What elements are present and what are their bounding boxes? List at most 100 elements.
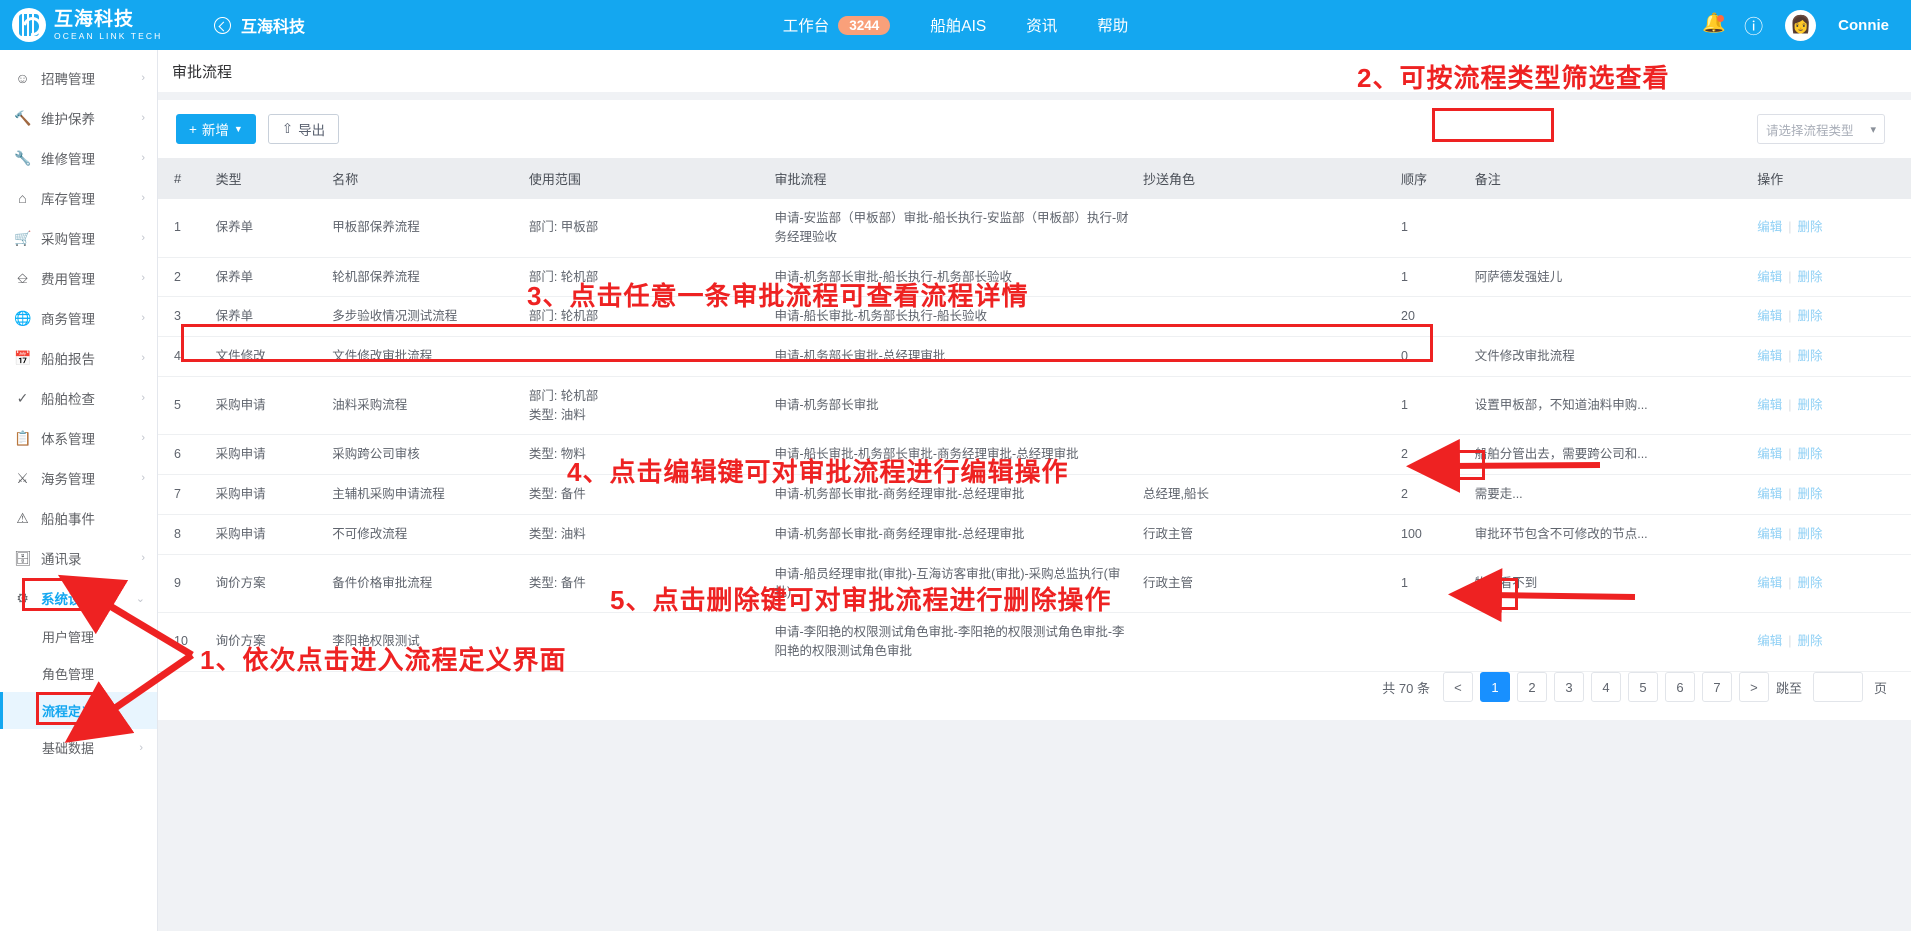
chevron-right-icon: › (141, 552, 145, 564)
nav-item-help[interactable]: 帮助 (1097, 14, 1128, 36)
edit-link[interactable]: 编辑 (1757, 447, 1782, 461)
edit-link[interactable]: 编辑 (1757, 527, 1782, 541)
sidebar-subitem-user-management[interactable]: 用户管理 (0, 618, 157, 655)
database-icon: ⎒ (16, 269, 29, 286)
table-row[interactable]: 8 采购申请 不可修改流程 类型: 油料 申请-机务部长审批-商务经理审批-总经理审批行… (158, 514, 1911, 555)
delete-link[interactable]: 删除 (1798, 634, 1823, 648)
cell-note: 物料看不到 (1468, 554, 1752, 613)
pagination-jump-input[interactable] (1812, 672, 1863, 702)
sidebar-subitem-process-definition[interactable]: 流程定义 (0, 692, 157, 729)
process-type-filter-select[interactable]: 请选择流程类型 ▾ (1757, 114, 1885, 144)
table-row[interactable]: 5 采购申请 油料采购流程 部门: 轮机部 类型: 油料 申请-机务部长审批 1 设置甲板部… (158, 376, 1911, 436)
table-row[interactable]: 4 文件修改 文件修改审批流程 申请-机务部长审批-总经理审批 0 文件修改审批流程 编辑 |… (158, 336, 1911, 377)
cell-name: 轮机部保养流程 (326, 257, 523, 298)
cell-actions: 编辑 | 删除 (1751, 474, 1911, 515)
back-button[interactable]: 互海科技 (214, 13, 305, 37)
user-plus-icon: ☺ (15, 70, 30, 86)
sidebar-item-ship-report[interactable]: 📅 船舶报告 › (0, 338, 157, 378)
sidebar-item-repair[interactable]: 🔧 维修管理 › (0, 138, 157, 178)
help-circle-icon[interactable]: ⓘ (1744, 12, 1763, 39)
table-row[interactable]: 2 保养单 轮机部保养流程 部门: 轮机部 申请-机务部长审批-船长执行-机务部长验收 1… (158, 257, 1911, 298)
edit-link[interactable]: 编辑 (1757, 270, 1782, 284)
delete-link[interactable]: 删除 (1798, 349, 1823, 363)
cell-type: 询价方案 (209, 612, 327, 672)
cell-cc: 行政主管 (1137, 514, 1396, 555)
table-row[interactable]: 3 保养单 多步验收情况测试流程 部门: 轮机部 申请-船长审批-机务部长执行-船长验收… (158, 296, 1911, 337)
pagination-page-1[interactable]: 1 (1479, 672, 1510, 702)
nav-item-news[interactable]: 资讯 (1026, 14, 1057, 36)
table-row[interactable]: 7 采购申请 主辅机采购申请流程 类型: 备件 申请-机务部长审批-商务经理审批-总经理… (158, 474, 1911, 515)
sidebar-subitem-basic-data[interactable]: 基础数据 › (0, 729, 157, 766)
process-type-filter-placeholder: 请选择流程类型 (1766, 123, 1854, 138)
approval-process-table: # 类型 名称 使用范围 审批流程 抄送角色 顺序 备注 操作 1 保养单 甲板部保… (158, 158, 1911, 672)
sidebar-item-label: 海务管理 (41, 472, 95, 487)
delete-link[interactable]: 删除 (1798, 487, 1823, 501)
sidebar-item-ship-inspection[interactable]: ✓ 船舶检查 › (0, 378, 157, 418)
sidebar-item-system-settings[interactable]: ⚙ 系统设置 ⌄ (0, 578, 157, 618)
sidebar-subitem-role-management[interactable]: 角色管理 (0, 655, 157, 692)
sidebar-item-maintenance[interactable]: 🔨 维护保养 › (0, 98, 157, 138)
sidebar-item-inventory[interactable]: ⌂ 库存管理 › (0, 178, 157, 218)
table-row[interactable]: 9 询价方案 备件价格审批流程 类型: 备件 申请-船员经理审批(审批)-互海访客审批(… (158, 554, 1911, 613)
sidebar-item-system-mgmt[interactable]: 📋 体系管理 › (0, 418, 157, 458)
pagination-page-7[interactable]: 7 (1701, 672, 1732, 702)
sidebar-item-ship-events[interactable]: ⚠ 船舶事件 (0, 498, 157, 538)
sidebar-item-expense[interactable]: ⎒ 费用管理 › (0, 258, 157, 298)
notification-bell-icon[interactable]: 🔔 (1702, 14, 1726, 36)
pagination-page-6[interactable]: 6 (1664, 672, 1695, 702)
delete-link[interactable]: 删除 (1798, 527, 1823, 541)
table-row[interactable]: 6 采购申请 采购跨公司审核 类型: 物料 申请-船长审批-机务部长审批-商务经理审批-… (158, 434, 1911, 475)
sidebar-item-marine-affairs[interactable]: ⚔ 海务管理 › (0, 458, 157, 498)
nav-item-ais[interactable]: 船舶AIS (930, 14, 986, 36)
delete-link[interactable]: 删除 (1798, 309, 1823, 323)
cell-actions: 编辑 | 删除 (1751, 257, 1911, 298)
pagination-page-5[interactable]: 5 (1627, 672, 1658, 702)
edit-link[interactable]: 编辑 (1757, 634, 1782, 648)
back-arrow-icon (214, 16, 231, 34)
sidebar-item-recruitment[interactable]: ☺ 招聘管理 › (0, 58, 157, 98)
th-action: 操作 (1751, 158, 1911, 199)
table-row[interactable]: 10 询价方案 李阳艳权限测试 申请-李阳艳的权限测试角色审批-李阳艳的权限测试角色审… (158, 612, 1911, 672)
th-flow: 审批流程 (768, 158, 1138, 199)
table-row[interactable]: 1 保养单 甲板部保养流程 部门: 甲板部 申请-安监部（甲板部）审批-船长执行-安监部… (158, 199, 1911, 258)
sidebar-item-label: 库存管理 (41, 192, 95, 207)
delete-link[interactable]: 删除 (1798, 447, 1823, 461)
edit-link[interactable]: 编辑 (1757, 349, 1782, 363)
cell-name: 备件价格审批流程 (326, 554, 523, 613)
nav-item-workbench[interactable]: 工作台 3244 (783, 14, 891, 36)
chevron-right-icon: › (141, 192, 145, 204)
chevron-right-icon: › (139, 741, 143, 754)
edit-link[interactable]: 编辑 (1757, 398, 1782, 412)
edit-link[interactable]: 编辑 (1757, 576, 1782, 590)
sidebar-item-label: 招聘管理 (41, 72, 95, 87)
cell-name: 不可修改流程 (326, 514, 523, 555)
pagination-page-3[interactable]: 3 (1553, 672, 1584, 702)
pagination-page-4[interactable]: 4 (1590, 672, 1621, 702)
sidebar-item-purchase[interactable]: 🛒 采购管理 › (0, 218, 157, 258)
edit-link[interactable]: 编辑 (1757, 487, 1782, 501)
pagination-prev[interactable]: < (1442, 672, 1473, 702)
pagination-next[interactable]: > (1738, 672, 1769, 702)
nav-label: 资讯 (1026, 18, 1058, 35)
avatar[interactable]: 👩 (1785, 9, 1817, 41)
add-button[interactable]: + 新增 ▼ (176, 114, 256, 144)
cell-name: 油料采购流程 (326, 376, 523, 436)
delete-link[interactable]: 删除 (1798, 220, 1823, 234)
pagination-page-2[interactable]: 2 (1516, 672, 1547, 702)
sidebar-item-business[interactable]: 🌐 商务管理 › (0, 298, 157, 338)
cell-flow: 申请-船长审批-机务部长执行-船长验收 (768, 296, 1138, 337)
home-icon: ⌂ (18, 190, 27, 206)
workspace-title: 互海科技 (241, 19, 306, 36)
delete-link[interactable]: 删除 (1798, 576, 1823, 590)
edit-link[interactable]: 编辑 (1757, 309, 1782, 323)
delete-link[interactable]: 删除 (1798, 270, 1823, 284)
sidebar-item-contacts[interactable]: 🗄 通讯录 › (0, 538, 157, 578)
calendar-icon: 📅 (14, 349, 32, 366)
delete-link[interactable]: 删除 (1798, 398, 1823, 412)
brand-logo-group[interactable]: 互海科技 OCEAN LINK TECH (0, 8, 196, 42)
export-button[interactable]: ⇧ 导出 (267, 114, 340, 144)
edit-link[interactable]: 编辑 (1757, 220, 1782, 234)
chevron-right-icon: › (141, 232, 145, 244)
nav-label: 船舶AIS (930, 18, 987, 35)
cell-cc (1137, 612, 1396, 672)
